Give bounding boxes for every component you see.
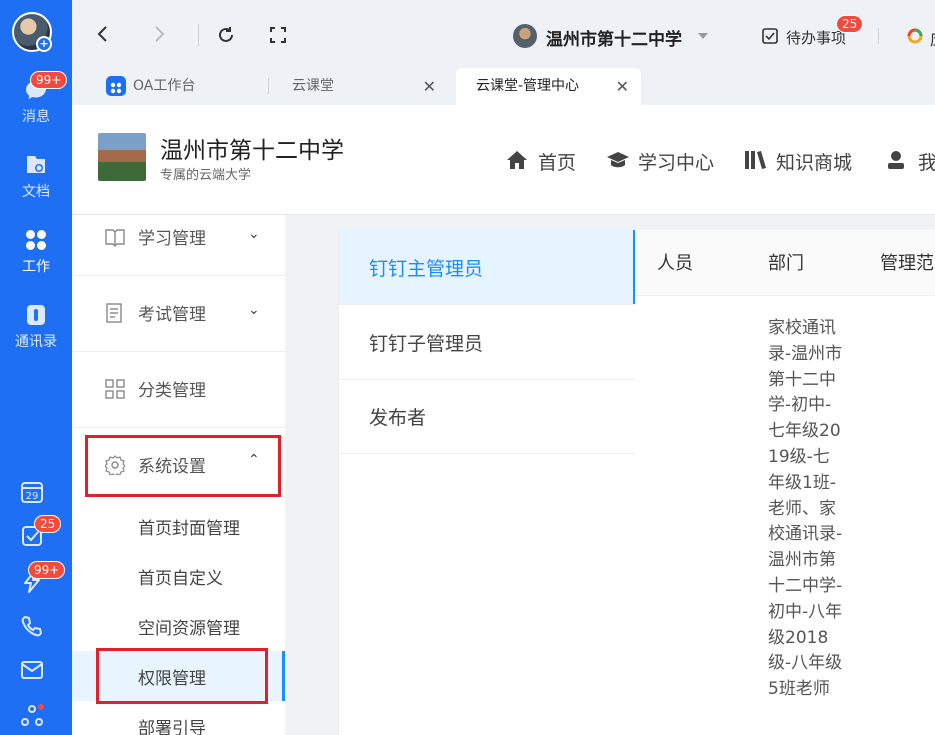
sidebar-item-label: 首页自定义 xyxy=(138,569,223,589)
todo-count-badge: 25 xyxy=(836,15,864,33)
exam-sheet-icon xyxy=(106,303,122,323)
fullscreen-icon[interactable] xyxy=(270,27,286,43)
grid-icon xyxy=(26,230,46,250)
nav-label: 学习中心 xyxy=(638,152,715,174)
role-list: 钉钉主管理员 钉钉子管理员 发布者 xyxy=(338,230,636,735)
divider xyxy=(198,24,199,46)
books-icon xyxy=(745,151,766,169)
chevron-down-icon: ⌄ xyxy=(248,302,260,318)
role-label: 钉钉主管理员 xyxy=(369,258,484,280)
role-item-sub-admin[interactable]: 钉钉子管理员 xyxy=(339,305,636,380)
role-label: 钉钉子管理员 xyxy=(369,333,484,355)
app-dock: + 消息 99+ 文档 工作 通讯录 29 25 99+ xyxy=(0,0,72,735)
user-icon xyxy=(888,151,904,169)
sidebar-item-deploy-guide[interactable]: 部署引导 xyxy=(72,701,285,735)
table-header: 人员 部门 管理范 xyxy=(635,230,935,296)
share-icon[interactable] xyxy=(20,704,44,728)
tab-label: OA工作台 xyxy=(133,78,196,94)
dock-item-work[interactable]: 工作 xyxy=(0,228,72,276)
mail-icon[interactable] xyxy=(20,658,44,682)
divider xyxy=(878,28,879,44)
dock-label: 文档 xyxy=(22,184,50,200)
site-subtitle: 专属的云端大学 xyxy=(160,168,252,183)
todo-badge: 25 xyxy=(34,515,62,533)
org-avatar xyxy=(513,24,537,48)
ding-badge: 99+ xyxy=(28,561,66,579)
nav-label: 我 xyxy=(918,152,935,174)
column-header-department: 部门 xyxy=(768,253,804,274)
sidebar-group-label: 考试管理 xyxy=(138,305,206,325)
dock-item-docs[interactable]: 文档 xyxy=(0,153,72,201)
home-icon xyxy=(507,151,527,169)
role-item-publisher[interactable]: 发布者 xyxy=(339,379,636,454)
category-grid-icon xyxy=(105,379,125,399)
tab-label: 云课堂 xyxy=(292,78,334,94)
todo-link[interactable]: 待办事项 xyxy=(786,27,846,48)
phone-icon[interactable] xyxy=(20,614,44,638)
dock-item-contacts[interactable]: 通讯录 xyxy=(0,303,72,351)
graduation-cap-icon xyxy=(607,152,629,168)
refresh-icon[interactable] xyxy=(217,26,235,44)
calendar-day: 29 xyxy=(26,491,39,502)
folder-icon xyxy=(27,156,45,173)
oa-grid-icon xyxy=(106,76,126,96)
admin-table: 人员 部门 管理范 家校通讯录-温州市第十二中学-初中-七年级2019级-七年级… xyxy=(635,230,935,735)
app-logo-icon[interactable] xyxy=(907,28,923,44)
sidebar-item-space-resource[interactable]: 空间资源管理 xyxy=(72,601,285,651)
column-header-scope: 管理范 xyxy=(880,253,934,274)
nav-label: 首页 xyxy=(538,152,577,174)
chevron-down-icon: ⌄ xyxy=(248,226,260,242)
tab-cloud-class[interactable]: 云课堂 ✕ xyxy=(278,68,448,105)
role-item-main-admin[interactable]: 钉钉主管理员 xyxy=(339,230,636,305)
sidebar-group-label: 分类管理 xyxy=(138,381,206,401)
sidebar-item-cover[interactable]: 首页封面管理 xyxy=(72,501,285,551)
school-logo xyxy=(98,133,146,181)
sidebar-group-exam[interactable]: 考试管理 ⌄ xyxy=(72,276,285,352)
sidebar-group-category[interactable]: 分类管理 xyxy=(72,352,285,428)
forward-arrow-icon[interactable] xyxy=(152,26,166,42)
unread-badge: 99+ xyxy=(30,71,68,89)
tab-label: 云课堂-管理中心 xyxy=(476,78,580,94)
tab-oa[interactable]: OA工作台 xyxy=(96,68,266,105)
org-name[interactable]: 温州市第十二中学 xyxy=(546,25,682,50)
sidebar-item-label: 空间资源管理 xyxy=(138,619,240,639)
role-label: 发布者 xyxy=(369,407,427,429)
back-arrow-icon[interactable] xyxy=(96,26,110,42)
dock-label: 通讯录 xyxy=(15,334,57,350)
todo-check-icon xyxy=(762,28,778,44)
close-icon[interactable]: ✕ xyxy=(423,68,436,105)
sidebar-item-label: 部署引导 xyxy=(138,719,206,735)
tab-divider xyxy=(268,78,269,94)
contacts-icon xyxy=(27,305,45,325)
nav-label: 知识商城 xyxy=(776,152,853,174)
add-icon[interactable]: + xyxy=(36,36,52,52)
close-icon[interactable]: ✕ xyxy=(616,68,629,105)
site-header: 温州市第十二中学 专属的云端大学 首页 学习中心 知识商城 我 xyxy=(72,105,935,215)
highlight-box-system-settings xyxy=(85,435,281,497)
sidebar-item-homepage-custom[interactable]: 首页自定义 xyxy=(72,551,285,601)
sidebar-group-label: 学习管理 xyxy=(138,229,206,249)
tab-strip: OA工作台 云课堂 ✕ 云课堂-管理中心 ✕ xyxy=(72,64,935,105)
sidebar-group-learning[interactable]: 学习管理 ⌄ xyxy=(72,200,285,276)
book-icon xyxy=(105,229,125,247)
title-bar: 温州市第十二中学 待办事项 25 应 xyxy=(72,0,935,64)
dock-label: 消息 xyxy=(22,109,50,125)
calendar-icon[interactable]: 29 xyxy=(20,480,44,504)
clipped-menu-text[interactable]: 应 xyxy=(930,26,935,50)
caret-down-icon[interactable] xyxy=(697,32,709,40)
column-header-person: 人员 xyxy=(657,253,693,274)
table-cell-department: 家校通讯录-温州市第十二中学-初中-七年级2019级-七年级1班-老师、家校通讯… xyxy=(768,318,843,700)
dock-label: 工作 xyxy=(22,259,50,275)
sidebar-item-label: 首页封面管理 xyxy=(138,519,240,539)
tab-admin-center[interactable]: 云课堂-管理中心 ✕ xyxy=(456,68,641,105)
site-title: 温州市第十二中学 xyxy=(160,138,344,164)
highlight-box-permission xyxy=(96,648,268,704)
dock-item-messages[interactable]: 消息 99+ xyxy=(0,71,72,126)
